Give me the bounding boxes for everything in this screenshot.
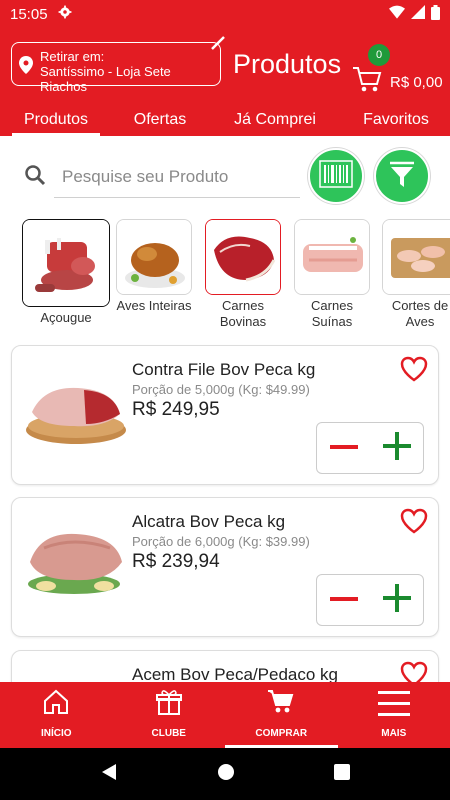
- decrease-quantity-button[interactable]: [329, 439, 358, 457]
- bottom-navigation: INÍCIO CLUBE COMPRAR MAIS: [0, 682, 450, 748]
- home-circle-icon[interactable]: [217, 763, 235, 786]
- pickup-store-selector[interactable]: Retirar em: Santíssimo - Loja Sete Riach…: [11, 36, 225, 94]
- category-carnes-suinas[interactable]: Carnes Suínas: [294, 219, 370, 330]
- category-acougue[interactable]: Açougue: [22, 219, 110, 326]
- barcode-icon: [319, 159, 353, 193]
- product-image: [24, 518, 128, 598]
- location-pin-icon: [19, 56, 33, 77]
- nav-comprar[interactable]: COMPRAR: [225, 682, 338, 748]
- wifi-icon: [389, 5, 405, 23]
- product-portion: Porção de 6,000g (Kg: $39.99): [132, 534, 310, 549]
- category-label: Carnes Bovinas: [219, 298, 267, 329]
- tab-bar: Produtos Ofertas Já Comprei Favoritos: [0, 106, 450, 136]
- home-icon: [42, 689, 70, 719]
- tab-produtos[interactable]: Produtos: [0, 106, 112, 136]
- cart-icon: [267, 690, 295, 719]
- nav-inicio[interactable]: INÍCIO: [0, 682, 113, 748]
- tab-ofertas[interactable]: Ofertas: [112, 106, 208, 136]
- tab-ja-comprei[interactable]: Já Comprei: [208, 106, 342, 136]
- increase-quantity-button[interactable]: [382, 583, 411, 617]
- edit-pencil-icon[interactable]: [210, 35, 226, 54]
- page-title: Produtos: [233, 49, 342, 79]
- category-label: Carnes Suínas: [311, 298, 353, 329]
- search-row: [0, 146, 450, 204]
- cart-count-badge: 0: [368, 44, 390, 66]
- category-label: Aves Inteiras: [116, 298, 192, 313]
- battery-icon: [431, 4, 440, 24]
- barcode-scan-button[interactable]: [308, 148, 364, 204]
- category-cortes-de-aves[interactable]: Cortes de Aves: [382, 219, 450, 330]
- app-header: Retirar em: Santíssimo - Loja Sete Riach…: [0, 28, 450, 136]
- nav-label: MAIS: [381, 728, 407, 739]
- gift-icon: [155, 690, 183, 719]
- menu-icon: [377, 691, 410, 721]
- quantity-stepper: [316, 574, 424, 626]
- system-navigation-bar: [0, 748, 450, 800]
- favorite-heart-icon[interactable]: [400, 356, 428, 387]
- nav-label: INÍCIO: [40, 728, 72, 739]
- search-icon: [24, 164, 46, 191]
- settings-icon: [58, 5, 72, 23]
- filter-funnel-icon: [387, 159, 417, 194]
- category-image: [116, 219, 192, 295]
- app-screen: 15:05 Retirar em: Santíssimo - Loja Sete…: [0, 0, 450, 800]
- back-icon[interactable]: [100, 763, 118, 786]
- pickup-label: Retirar em:: [40, 49, 105, 64]
- category-aves-inteiras[interactable]: Aves Inteiras: [116, 219, 192, 314]
- product-portion: Porção de 5,000g (Kg: $49.99): [132, 382, 310, 397]
- quantity-stepper: [316, 422, 424, 474]
- category-label: Cortes de Aves: [391, 298, 449, 329]
- recent-apps-icon[interactable]: [334, 763, 351, 785]
- cart-icon[interactable]: [352, 66, 382, 99]
- status-bar: 15:05: [0, 0, 450, 28]
- store-name: Santíssimo - Loja Sete Riachos: [40, 64, 171, 94]
- category-image: [294, 219, 370, 295]
- decrease-quantity-button[interactable]: [329, 591, 358, 609]
- favorite-heart-icon[interactable]: [400, 508, 428, 539]
- category-label: Açougue: [40, 310, 92, 325]
- product-card[interactable]: Alcatra Bov Peca kg Porção de 6,000g (Kg…: [11, 497, 439, 637]
- category-image: [382, 219, 450, 295]
- nav-label: CLUBE: [151, 728, 186, 739]
- category-image: [22, 219, 110, 307]
- filter-button[interactable]: [374, 148, 430, 204]
- increase-quantity-button[interactable]: [382, 431, 411, 465]
- product-name: Alcatra Bov Peca kg: [132, 512, 286, 531]
- nav-label: COMPRAR: [255, 728, 308, 739]
- product-image: [24, 366, 128, 446]
- signal-icon: [411, 5, 425, 23]
- status-icons: [389, 4, 440, 24]
- status-time: 15:05: [10, 5, 48, 23]
- category-image: [205, 219, 281, 295]
- product-price: R$ 249,95: [132, 399, 220, 420]
- nav-mais[interactable]: MAIS: [338, 682, 450, 748]
- search-input[interactable]: [54, 156, 300, 198]
- category-carnes-bovinas[interactable]: Carnes Bovinas: [205, 219, 281, 330]
- product-name: Contra File Bov Peca kg: [132, 360, 316, 379]
- product-card[interactable]: Contra File Bov Peca kg Porção de 5,000g…: [11, 345, 439, 485]
- cart-total: R$ 0,00: [390, 74, 443, 91]
- category-carousel: Açougue Aves Inteiras Carnes Bovinas Car…: [0, 219, 450, 331]
- tab-favoritos[interactable]: Favoritos: [342, 106, 450, 136]
- nav-clube[interactable]: CLUBE: [113, 682, 226, 748]
- product-price: R$ 239,94: [132, 551, 220, 572]
